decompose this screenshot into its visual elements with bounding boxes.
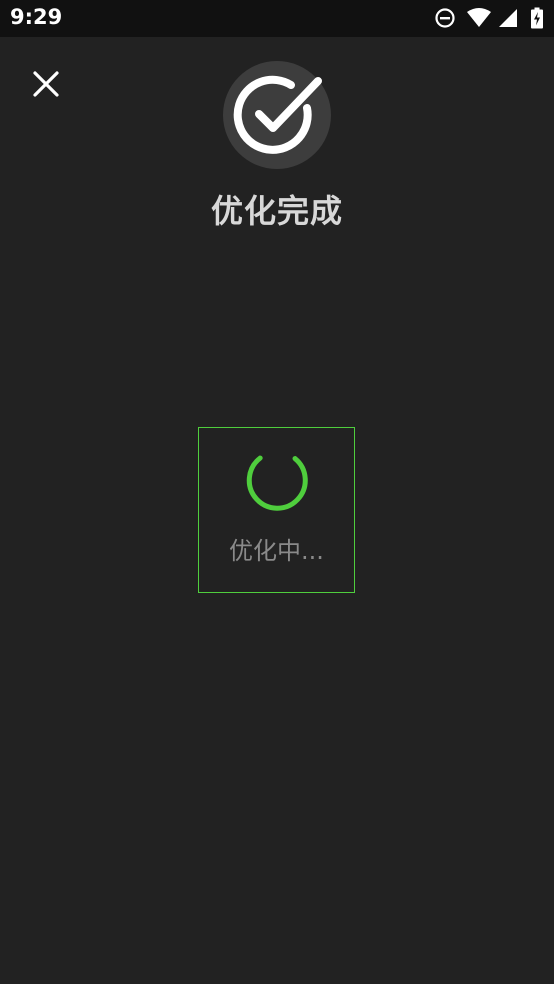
- success-badge: [223, 61, 331, 169]
- status-bar: 9:29: [0, 0, 554, 37]
- check-circle-icon: [233, 75, 322, 154]
- do-not-disturb-icon: [435, 8, 455, 28]
- wifi-icon: [467, 8, 491, 27]
- spinner-icon: [246, 455, 308, 511]
- close-button[interactable]: [26, 64, 66, 104]
- result-title: 优化完成: [210, 192, 343, 230]
- loading-dialog: 优化中...: [198, 427, 355, 593]
- cell-signal-icon: [499, 9, 517, 27]
- battery-charging-icon: [531, 7, 543, 29]
- loading-text: 优化中...: [229, 537, 324, 565]
- close-icon: [33, 71, 59, 97]
- status-time: 9:29: [10, 5, 63, 29]
- optimization-screen: 9:29 优化完成 优化中...: [0, 0, 554, 984]
